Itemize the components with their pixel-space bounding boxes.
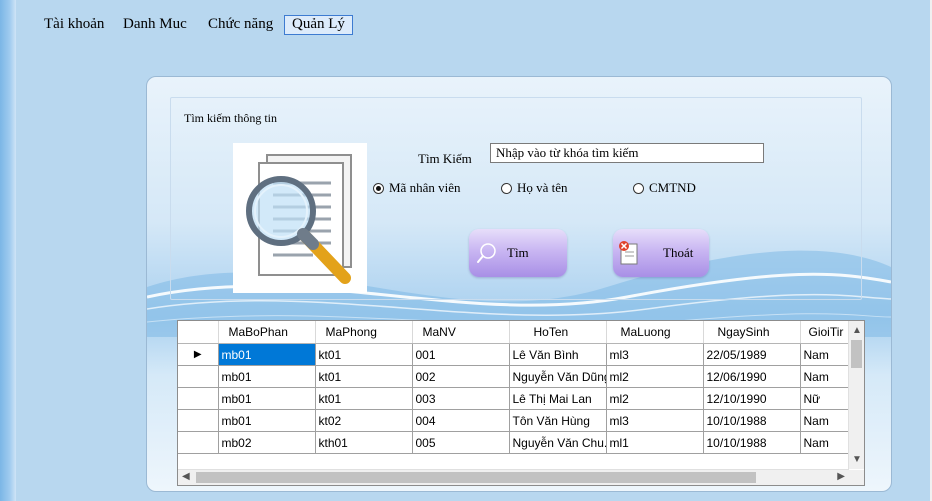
group-title: Tìm kiếm thông tin xyxy=(184,111,277,125)
grid-cell[interactable]: mb01 xyxy=(218,387,316,410)
magnifier-document-icon xyxy=(233,143,367,293)
grid-cell[interactable]: kt01 xyxy=(315,343,413,366)
grid-cell[interactable]: Nguyễn Văn Dũng xyxy=(509,365,607,388)
grid-cell[interactable]: Nguyễn Văn Chu... xyxy=(509,431,607,454)
column-header[interactable]: MaPhong xyxy=(315,321,413,344)
current-row-arrow-icon[interactable]: ▶ xyxy=(178,343,219,366)
radio-button[interactable] xyxy=(501,182,512,194)
grid-cell[interactable]: kt02 xyxy=(315,409,413,432)
radio-ho-va-ten[interactable]: Họ và tên xyxy=(501,180,568,196)
horizontal-scroll-thumb[interactable] xyxy=(196,472,756,483)
scroll-right-icon[interactable]: ▶ xyxy=(837,471,845,482)
table-row[interactable]: ▶ mb01 kt01 001 Lê Văn Bình ml3 22/05/19… xyxy=(178,343,850,366)
row-header[interactable] xyxy=(178,409,219,432)
scroll-left-icon[interactable]: ◀ xyxy=(182,471,190,482)
grid-cell[interactable]: Nam xyxy=(800,365,850,388)
grid-cell[interactable]: Lê Thị Mai Lan xyxy=(509,387,607,410)
row-header[interactable] xyxy=(178,365,219,388)
grid-cell[interactable]: mb02 xyxy=(218,431,316,454)
grid-cell[interactable]: 22/05/1989 xyxy=(703,343,801,366)
table-row[interactable]: mb02 kth01 005 Nguyễn Văn Chu... ml1 10/… xyxy=(178,431,850,454)
column-header[interactable]: MaBoPhan xyxy=(218,321,316,344)
grid-cell[interactable]: kt01 xyxy=(315,387,413,410)
grid-cell[interactable]: 004 xyxy=(412,409,510,432)
search-input[interactable] xyxy=(490,143,764,163)
menu-bar: Tài khoản Danh Muc Chức năng Quản Lý xyxy=(16,12,930,38)
grid-cell[interactable]: kt01 xyxy=(315,365,413,388)
column-header[interactable]: HoTen xyxy=(509,321,607,344)
grid-cell[interactable]: ml2 xyxy=(606,387,704,410)
grid-cell[interactable]: ml3 xyxy=(606,409,704,432)
search-label: Tìm Kiếm xyxy=(418,151,472,166)
magnifier-icon xyxy=(477,243,496,263)
grid-cell[interactable]: 003 xyxy=(412,387,510,410)
radio-label: Mã nhân viên xyxy=(389,180,461,195)
exit-button[interactable]: Thoát xyxy=(613,229,709,277)
radio-button[interactable] xyxy=(633,182,644,194)
radio-button-checked[interactable] xyxy=(373,182,384,194)
radio-label: CMTND xyxy=(649,180,696,195)
grid-header-row: MaBoPhan MaPhong MaNV HoTen MaLuong Ngay… xyxy=(178,321,850,344)
column-header[interactable]: MaNV xyxy=(412,321,510,344)
menu-danh-muc[interactable]: Danh Muc xyxy=(123,16,187,33)
grid-cell[interactable]: ml3 xyxy=(606,343,704,366)
scroll-down-icon[interactable]: ▼ xyxy=(852,454,862,465)
employee-datagrid[interactable]: MaBoPhan MaPhong MaNV HoTen MaLuong Ngay… xyxy=(177,320,865,486)
horizontal-scrollbar[interactable]: ◀ ▶ xyxy=(178,469,849,485)
radio-ma-nhan-vien[interactable]: Mã nhân viên xyxy=(373,180,460,196)
scroll-up-icon[interactable]: ▲ xyxy=(852,325,862,336)
grid-cell[interactable]: 10/10/1988 xyxy=(703,431,801,454)
grid-cell[interactable]: 005 xyxy=(412,431,510,454)
menu-tai-khoan[interactable]: Tài khoản xyxy=(44,16,104,33)
vertical-scrollbar[interactable]: ▲ ▼ xyxy=(848,321,864,469)
grid-cell[interactable]: 001 xyxy=(412,343,510,366)
column-header[interactable]: NgaySinh xyxy=(703,321,801,344)
table-row[interactable]: mb01 kt01 002 Nguyễn Văn Dũng ml2 12/06/… xyxy=(178,365,850,388)
exit-button-label: Thoát xyxy=(663,245,694,260)
row-header[interactable] xyxy=(178,431,219,454)
exit-document-icon xyxy=(619,241,638,265)
row-header-corner xyxy=(178,321,219,344)
grid-cell[interactable]: Nam xyxy=(800,409,850,432)
scrollbar-corner xyxy=(849,470,864,485)
table-row[interactable]: mb01 kt01 003 Lê Thị Mai Lan ml2 12/10/1… xyxy=(178,387,850,410)
window-frame-left xyxy=(0,0,16,501)
grid-cell[interactable]: ml2 xyxy=(606,365,704,388)
column-header[interactable]: MaLuong xyxy=(606,321,704,344)
grid-cell[interactable]: 12/06/1990 xyxy=(703,365,801,388)
row-header[interactable] xyxy=(178,387,219,410)
grid-cell[interactable]: Lê Văn Bình xyxy=(509,343,607,366)
vertical-scroll-thumb[interactable] xyxy=(851,340,862,368)
search-form-window: Tìm kiếm thông tin Tìm Kiếm Mã xyxy=(146,76,892,492)
grid-cell[interactable]: Nam xyxy=(800,343,850,366)
grid-cell[interactable]: ml1 xyxy=(606,431,704,454)
grid-cell[interactable]: Nam xyxy=(800,431,850,454)
menu-chuc-nang[interactable]: Chức năng xyxy=(208,16,273,33)
search-button[interactable]: Tìm xyxy=(469,229,567,277)
search-button-label: Tìm xyxy=(507,245,529,260)
radio-cmtnd[interactable]: CMTND xyxy=(633,180,696,196)
grid-cell[interactable]: mb01 xyxy=(218,343,316,366)
grid-cell[interactable]: 002 xyxy=(412,365,510,388)
grid-cell[interactable]: 10/10/1988 xyxy=(703,409,801,432)
grid-cell[interactable]: kth01 xyxy=(315,431,413,454)
grid-cell[interactable]: mb01 xyxy=(218,409,316,432)
radio-label: Họ và tên xyxy=(517,180,568,195)
table-row[interactable]: mb01 kt02 004 Tôn Văn Hùng ml3 10/10/198… xyxy=(178,409,850,432)
grid-cell[interactable]: Nữ xyxy=(800,387,850,410)
grid-cell[interactable]: Tôn Văn Hùng xyxy=(509,409,607,432)
column-header[interactable]: GioiTir xyxy=(800,321,850,344)
search-groupbox: Tìm kiếm thông tin Tìm Kiếm Mã xyxy=(170,97,862,300)
menu-quan-ly[interactable]: Quản Lý xyxy=(284,15,353,35)
grid-cell[interactable]: 12/10/1990 xyxy=(703,387,801,410)
grid-cell[interactable]: mb01 xyxy=(218,365,316,388)
